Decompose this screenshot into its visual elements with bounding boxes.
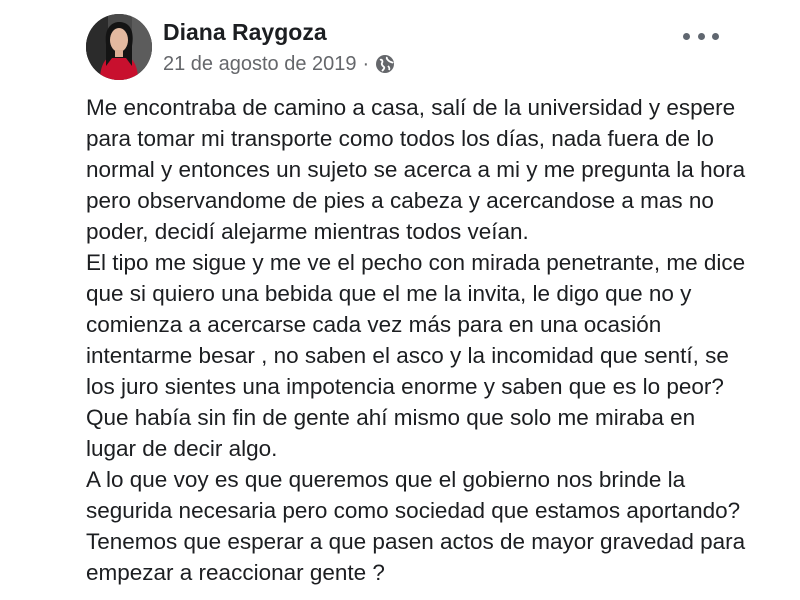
dot: [697, 32, 705, 40]
post-paragraph: Me encontraba de camino a casa, salí de …: [86, 95, 746, 244]
avatar[interactable]: [86, 14, 152, 80]
globe-icon[interactable]: [375, 54, 395, 74]
dot: [683, 32, 690, 40]
post-paragraph: A lo que voy es que queremos que el gobi…: [86, 467, 746, 585]
facebook-post: Diana Raygoza 21 de agosto de 2019 · Me …: [0, 0, 800, 600]
profile-photo: [86, 14, 152, 80]
post-date[interactable]: 21 de agosto de 2019: [163, 53, 357, 76]
meta-separator: ·: [362, 52, 370, 75]
dot: [712, 32, 719, 40]
author-name[interactable]: Diana Raygoza: [163, 19, 327, 46]
post-meta: 21 de agosto de 2019 ·: [163, 52, 395, 76]
post-text: Me encontraba de camino a casa, salí de …: [86, 92, 746, 588]
more-options-icon[interactable]: [683, 24, 719, 48]
post-paragraph: El tipo me sigue y me ve el pecho con mi…: [86, 250, 746, 461]
